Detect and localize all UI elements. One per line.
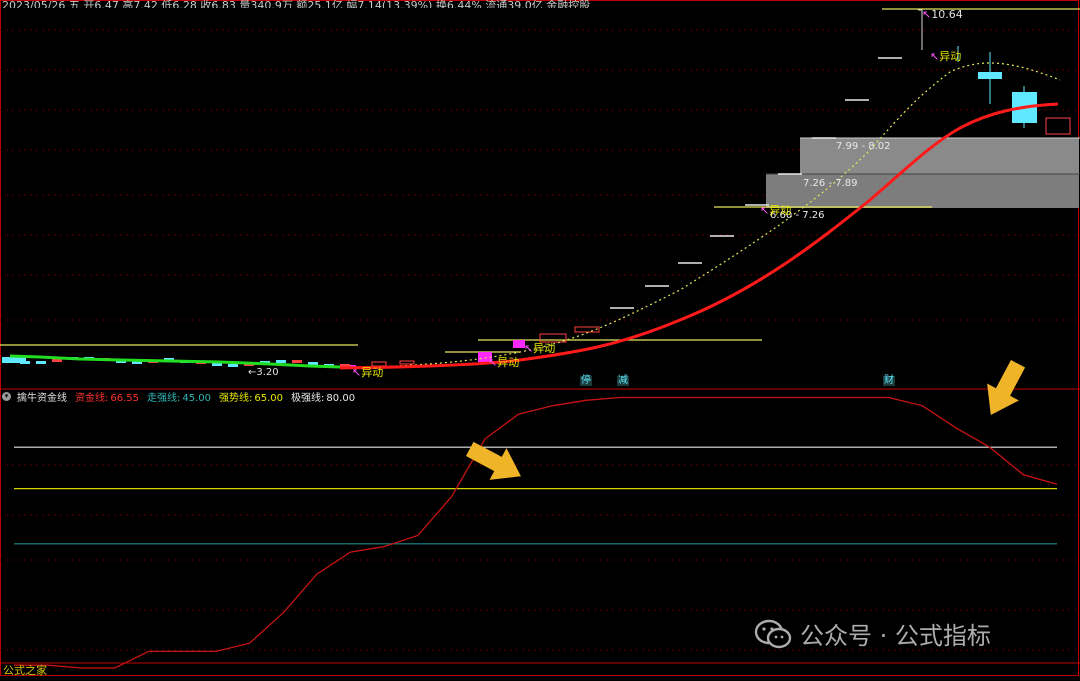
ma-yellow-dotted [339,62,1061,369]
candle-small [292,360,302,363]
high-price-label: ↖10.64 [922,8,963,21]
candle-up [539,333,567,343]
legend-extreme-line-value: 80.00 [326,393,356,404]
quote-summary: 2023/05/26 五 开6.47 高7.42 低6.28 收6.83 量34… [2,0,591,8]
indicator-title[interactable]: 擒牛资金线 [17,389,67,404]
wechat-icon [754,619,792,648]
signal-label: ↖异动 [524,342,556,355]
legend-extreme-line: 极强线: 80.00 [289,389,355,404]
candle-down [978,72,1002,79]
legend-strong-line-value: 65.00 [254,393,284,404]
collapse-icon[interactable]: ▾ [2,392,11,401]
marker-suspend[interactable]: 停 [580,376,592,386]
watermark: 公众号 · 公式指标 [754,616,991,651]
brand-label: 公式之家 [3,664,47,677]
legend-fund-line-value: 66.55 [110,393,140,404]
legend-fund-line: 资金线: 66.55 [73,389,139,404]
signal-label: ↖异动 [760,204,792,217]
legend-strong-line: 强势线: 65.00 [217,389,283,404]
signal-label: ↖异动 [930,50,962,63]
legend-fund-line-name: 资金线: [75,393,109,404]
legend-rising-line: 走强线: 45.00 [145,389,211,404]
signal-label: ↖异动 [352,366,384,379]
legend-strong-line-name: 强势线: [219,393,253,404]
candle-up [1045,117,1071,135]
legend-rising-line-name: 走强线: [147,393,181,404]
indicator-legend: ▾ 擒牛资金线 资金线: 66.55 走强线: 45.00 强势线: 65.00 极强… [2,389,355,404]
legend-rising-line-value: 45.00 [182,393,212,404]
candle-small [36,361,46,364]
zone-label-middle: 7.26 - 7.89 [803,178,858,189]
candle-small [228,364,238,367]
candle-up [574,326,600,333]
watermark-text: 公众号 · 公式指标 [800,622,991,650]
marker-reduce[interactable]: 减 [617,376,629,386]
candle-up [399,360,415,365]
marker-finance[interactable]: 财 [883,376,895,386]
chart-canvas[interactable] [0,0,1080,677]
main-price-pane[interactable] [0,8,1080,370]
signal-label: ↖异动 [488,356,520,369]
stock-chart-window: 2023/05/26 五 开6.47 高7.42 低6.28 收6.83 量34… [0,0,1080,677]
zone-label-top: 7.99 - 8.02 [836,141,891,152]
candle-small [276,360,286,363]
legend-extreme-line-name: 极强线: [291,393,325,404]
low-price-label: ←3.20 [248,367,279,378]
